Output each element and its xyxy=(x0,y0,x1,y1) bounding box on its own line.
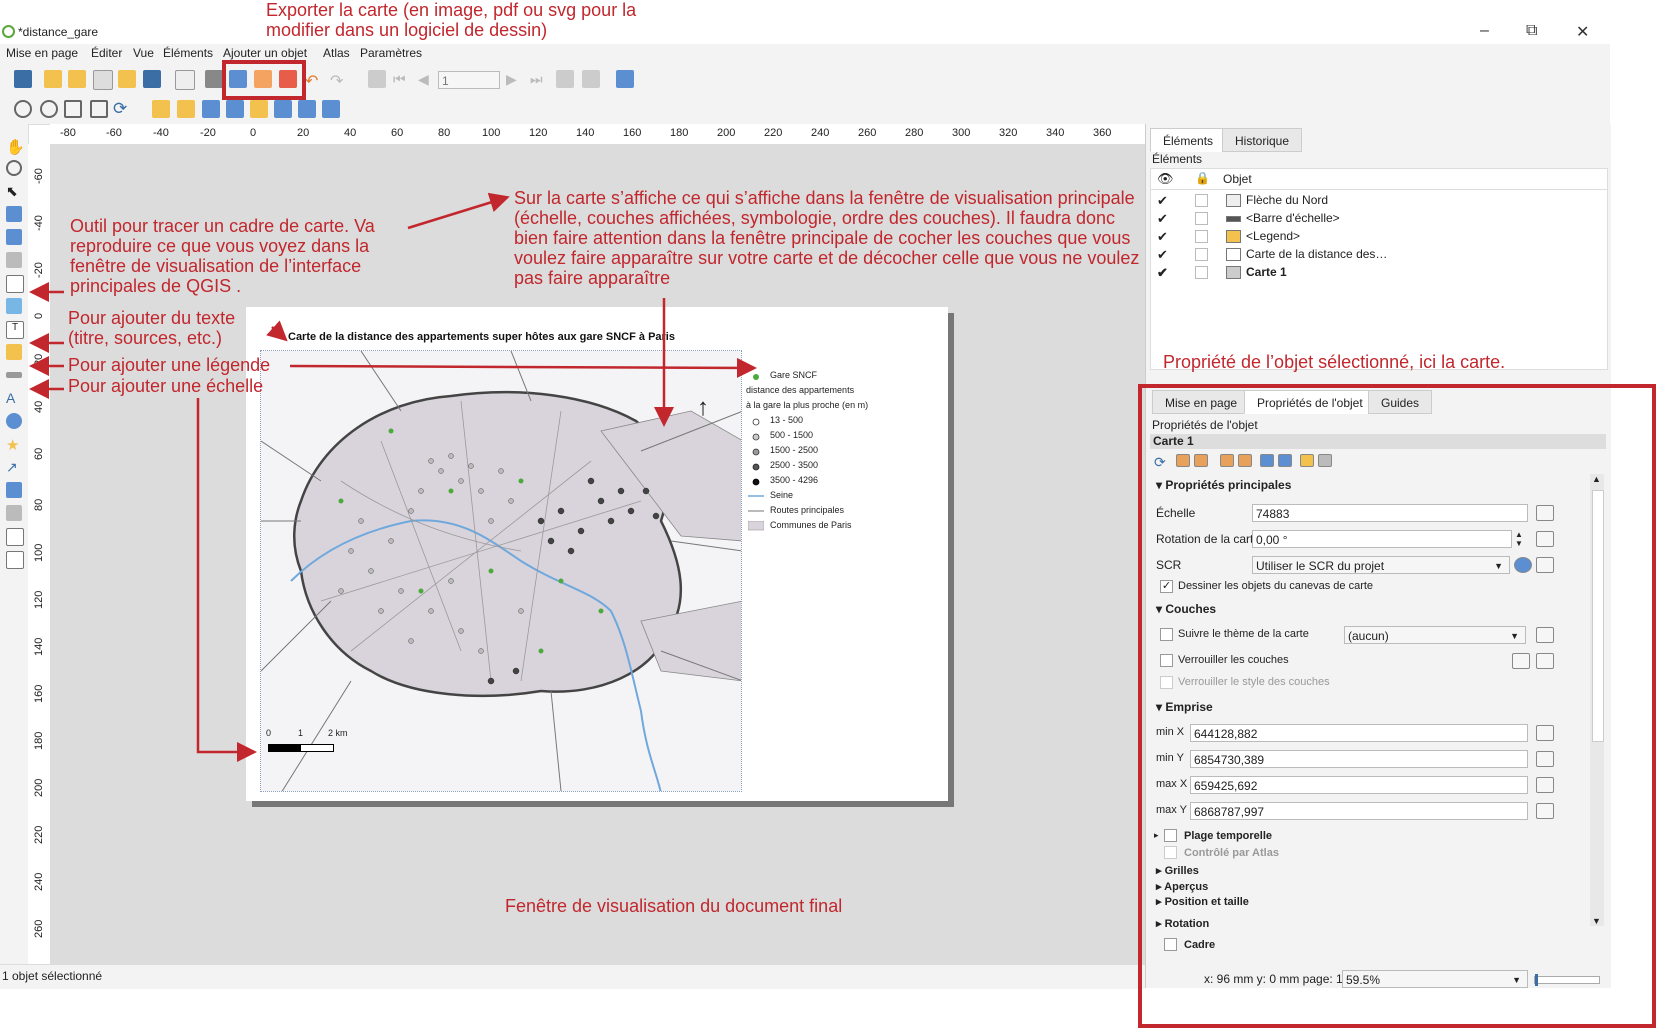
annotation-arrows xyxy=(29,192,757,762)
arrow-to-legend xyxy=(289,357,757,378)
arrow-to-title xyxy=(266,320,288,342)
arrow-frame-to-map xyxy=(407,192,510,230)
arrow-to-scalebar xyxy=(196,398,257,762)
